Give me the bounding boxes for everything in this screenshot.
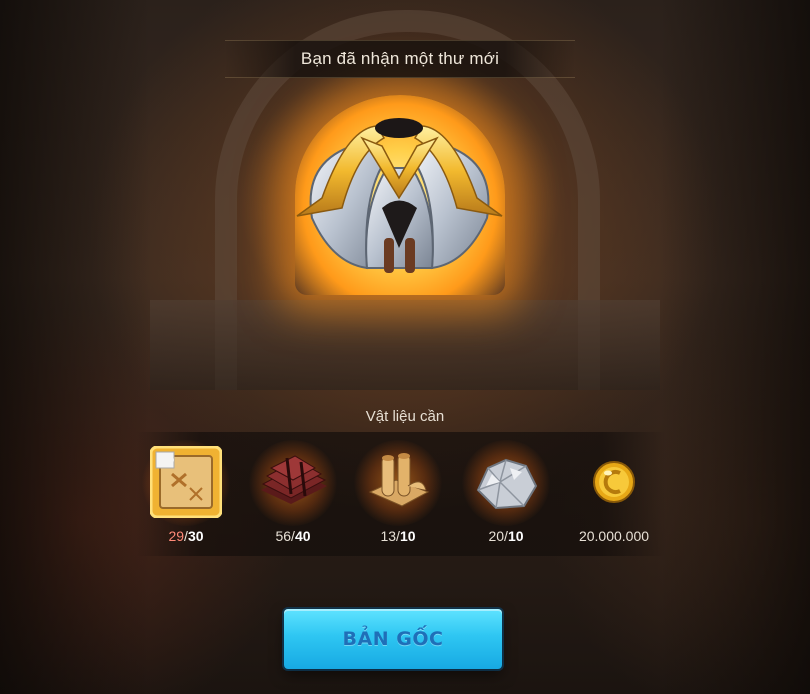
leather-bundle-icon <box>261 455 327 504</box>
silver-ore-icon <box>476 458 538 510</box>
blueprint-scroll-icon <box>150 446 222 518</box>
material-have: 29 <box>168 528 185 544</box>
forge-base <box>150 300 660 390</box>
right-shadow <box>660 0 810 694</box>
material-have: 13 <box>380 528 397 544</box>
original-craft-button-label: BẢN GỐC <box>342 628 444 650</box>
gold-coin-icon <box>593 461 635 503</box>
dialog-title: Bạn đã nhận một thư mới <box>300 49 500 68</box>
left-shadow <box>0 0 150 694</box>
material-slot-silver-ore[interactable]: 20/10 <box>456 440 556 556</box>
title-banner: Bạn đã nhận một thư mới <box>225 40 575 78</box>
material-slot-gold[interactable]: 20.000.000 <box>564 446 664 556</box>
requirements-title: Vật liệu cần <box>365 408 445 425</box>
gold-amount: 20.000.000 <box>578 528 650 544</box>
material-count: 56/40 <box>243 528 343 544</box>
material-need: 40 <box>294 528 311 544</box>
parchment-scrolls-icon <box>368 453 430 507</box>
material-need: 10 <box>507 528 524 544</box>
material-slot-leather[interactable]: 56/40 <box>243 440 343 556</box>
material-count: 13/10 <box>348 528 448 544</box>
material-count: 29/30 <box>136 528 236 544</box>
original-craft-button[interactable]: BẢN GỐC <box>284 609 502 669</box>
golden-winged-helmet-icon <box>296 118 503 273</box>
material-slot-blueprint[interactable]: 29/30 <box>136 440 236 556</box>
material-have: 56 <box>275 528 292 544</box>
material-count: 20/10 <box>456 528 556 544</box>
material-need: 30 <box>187 528 204 544</box>
material-slot-scrolls[interactable]: 13/10 <box>348 440 448 556</box>
material-have: 20 <box>488 528 505 544</box>
material-need: 10 <box>399 528 416 544</box>
